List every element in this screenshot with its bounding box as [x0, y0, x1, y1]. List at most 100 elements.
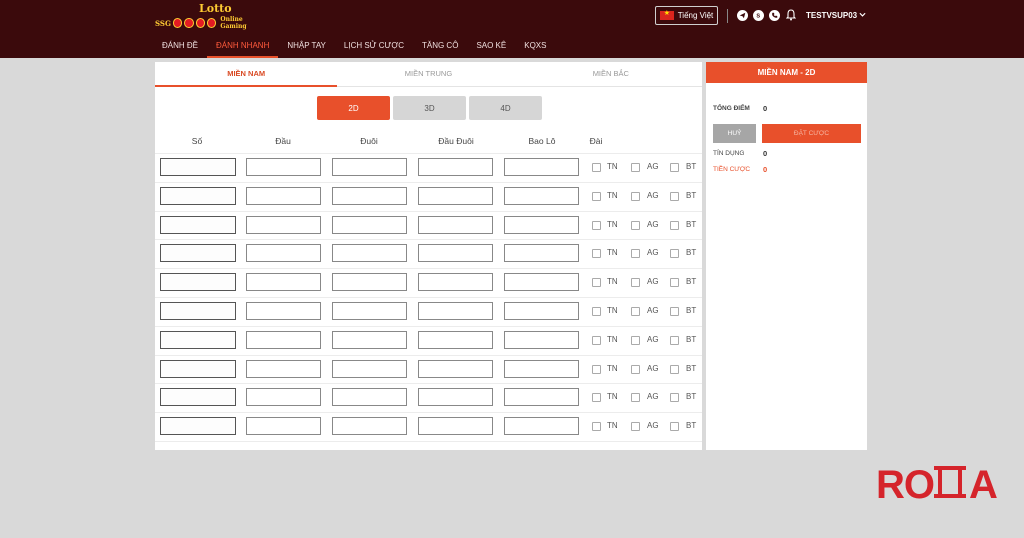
nav-item-nhap-tay[interactable]: NHẬP TAY	[278, 40, 335, 58]
bao-lo-input[interactable]	[504, 273, 579, 292]
station-checkbox-tn[interactable]	[592, 335, 601, 345]
so-input[interactable]	[160, 158, 236, 176]
nav-item-tang-co[interactable]: TĂNG CÔ	[413, 40, 467, 58]
station-checkbox-bt[interactable]	[670, 307, 679, 316]
dau-duoi-input[interactable]	[418, 273, 493, 292]
station-checkbox-tn[interactable]	[592, 422, 601, 432]
duoi-input[interactable]	[332, 330, 407, 349]
so-input[interactable]	[160, 330, 236, 349]
dau-input[interactable]	[246, 359, 321, 378]
so-input[interactable]	[160, 215, 236, 234]
tab-mien-bac[interactable]: MIỀN BẮC	[520, 62, 702, 86]
so-input[interactable]	[160, 359, 236, 378]
station-checkbox-bt[interactable]	[670, 220, 679, 230]
dau-input[interactable]	[246, 215, 321, 234]
dau-input[interactable]	[246, 417, 321, 436]
station-checkbox-ag[interactable]	[631, 220, 640, 230]
dau-input[interactable]	[246, 244, 321, 263]
duoi-input[interactable]	[332, 417, 407, 436]
station-checkbox-bt[interactable]	[670, 191, 679, 201]
nav-item-danh-nhanh[interactable]: ĐÁNH NHANH	[207, 40, 279, 58]
station-checkbox-ag[interactable]	[631, 191, 640, 201]
bao-lo-input[interactable]	[504, 330, 579, 349]
station-checkbox-bt[interactable]	[670, 163, 679, 172]
bao-lo-input[interactable]	[504, 359, 579, 378]
cancel-button[interactable]: HUỶ	[713, 124, 756, 143]
bao-lo-input[interactable]	[504, 417, 579, 436]
dau-duoi-input[interactable]	[418, 158, 493, 176]
bao-lo-input[interactable]	[504, 244, 579, 263]
station-checkbox-ag[interactable]	[631, 307, 640, 316]
tab-mien-nam[interactable]: MIỀN NAM	[155, 62, 338, 87]
place-bet-button[interactable]: ĐẶT CƯỢC	[762, 124, 861, 143]
station-checkbox-bt[interactable]	[670, 364, 679, 374]
dau-duoi-input[interactable]	[418, 388, 493, 407]
station-checkbox-ag[interactable]	[631, 249, 640, 259]
station-checkbox-ag[interactable]	[631, 422, 640, 432]
duoi-input[interactable]	[332, 359, 407, 378]
station-checkbox-tn[interactable]	[592, 278, 601, 288]
dau-input[interactable]	[246, 186, 321, 205]
bao-lo-input[interactable]	[504, 302, 579, 320]
station-checkbox-tn[interactable]	[592, 163, 601, 172]
duoi-input[interactable]	[332, 388, 407, 407]
station-checkbox-bt[interactable]	[670, 249, 679, 259]
duoi-input[interactable]	[332, 215, 407, 234]
dau-input[interactable]	[246, 273, 321, 292]
tab-4d[interactable]: 4D	[469, 96, 542, 120]
duoi-input[interactable]	[332, 158, 407, 176]
duoi-input[interactable]	[332, 302, 407, 320]
user-menu[interactable]: TESTVSUP03	[806, 11, 866, 20]
dau-duoi-input[interactable]	[418, 186, 493, 205]
dau-input[interactable]	[246, 388, 321, 407]
tab-mien-trung[interactable]: MIỀN TRUNG	[337, 62, 519, 86]
station-checkbox-ag[interactable]	[631, 393, 640, 403]
so-input[interactable]	[160, 302, 236, 320]
dau-duoi-input[interactable]	[418, 330, 493, 349]
station-checkbox-bt[interactable]	[670, 422, 679, 432]
so-input[interactable]	[160, 186, 236, 205]
station-checkbox-ag[interactable]	[631, 278, 640, 288]
brand-logo[interactable]: Lotto SSG Online Gaming	[155, 2, 267, 32]
dau-duoi-input[interactable]	[418, 302, 493, 320]
so-input[interactable]	[160, 273, 236, 292]
station-checkbox-bt[interactable]	[670, 393, 679, 403]
so-input[interactable]	[160, 388, 236, 407]
tab-3d[interactable]: 3D	[393, 96, 466, 120]
skype-icon[interactable]: S	[753, 10, 764, 21]
bell-icon[interactable]	[786, 9, 796, 21]
duoi-input[interactable]	[332, 244, 407, 263]
telegram-icon[interactable]	[737, 10, 748, 21]
duoi-input[interactable]	[332, 186, 407, 205]
station-checkbox-ag[interactable]	[631, 364, 640, 374]
station-checkbox-ag[interactable]	[631, 163, 640, 172]
bao-lo-input[interactable]	[504, 215, 579, 234]
dau-duoi-input[interactable]	[418, 359, 493, 378]
so-input[interactable]	[160, 244, 236, 263]
language-selector[interactable]: Tiếng Việt	[655, 6, 718, 25]
station-checkbox-tn[interactable]	[592, 220, 601, 230]
so-input[interactable]	[160, 417, 236, 436]
tab-2d[interactable]: 2D	[317, 96, 390, 120]
station-checkbox-bt[interactable]	[670, 335, 679, 345]
nav-item-kqxs[interactable]: KQXS	[515, 40, 555, 58]
station-checkbox-tn[interactable]	[592, 249, 601, 259]
nav-item-lich-su-cuoc[interactable]: LỊCH SỬ CƯỢC	[335, 40, 413, 58]
station-checkbox-tn[interactable]	[592, 393, 601, 403]
station-checkbox-tn[interactable]	[592, 364, 601, 374]
station-checkbox-bt[interactable]	[670, 278, 679, 288]
nav-item-sao-ke[interactable]: SAO KÊ	[467, 40, 515, 58]
dau-input[interactable]	[246, 302, 321, 320]
bao-lo-input[interactable]	[504, 186, 579, 205]
dau-duoi-input[interactable]	[418, 215, 493, 234]
duoi-input[interactable]	[332, 273, 407, 292]
dau-input[interactable]	[246, 158, 321, 176]
station-checkbox-tn[interactable]	[592, 191, 601, 201]
dau-duoi-input[interactable]	[418, 244, 493, 263]
bao-lo-input[interactable]	[504, 388, 579, 407]
dau-duoi-input[interactable]	[418, 417, 493, 436]
phone-icon[interactable]	[769, 10, 780, 21]
dau-input[interactable]	[246, 330, 321, 349]
station-checkbox-tn[interactable]	[592, 307, 601, 316]
station-checkbox-ag[interactable]	[631, 335, 640, 345]
